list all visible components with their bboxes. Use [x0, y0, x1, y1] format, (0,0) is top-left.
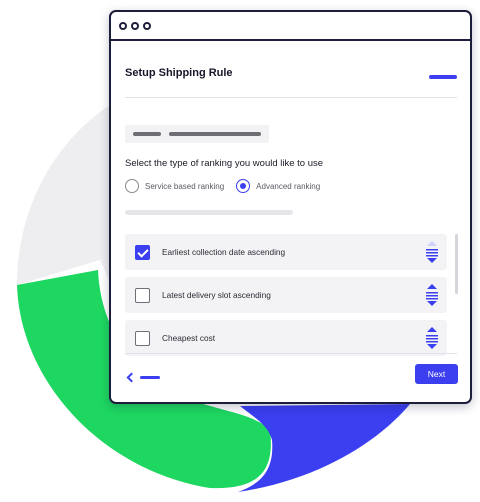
reorder-arrows-icon[interactable]	[425, 326, 439, 350]
back-line	[140, 375, 160, 379]
setup-window: Setup Shipping Rule Select the type of r…	[109, 10, 472, 404]
back-button[interactable]	[125, 369, 165, 385]
page-title: Setup Shipping Rule	[125, 67, 233, 79]
next-button[interactable]: Next	[415, 364, 458, 384]
chevron-left-icon	[126, 372, 137, 382]
window-dot-icon	[131, 21, 139, 30]
ranking-question: Select the type of ranking you would lik…	[125, 158, 324, 169]
text-placeholder-bar	[125, 210, 293, 215]
rule-checkbox[interactable]	[135, 244, 150, 260]
dialog-content: Setup Shipping Rule Select the type of r…	[111, 41, 470, 402]
list-item[interactable]: Cheapest cost	[125, 320, 447, 356]
radio-label: Advanced ranking	[256, 181, 321, 191]
rule-label: Latest delivery slot ascending	[162, 290, 271, 300]
divider	[125, 97, 457, 98]
breadcrumb-bar	[133, 132, 161, 136]
radio-button[interactable]	[125, 179, 139, 193]
reorder-arrows-icon[interactable]	[425, 240, 439, 264]
list-item[interactable]: Latest delivery slot ascending	[125, 277, 447, 313]
radio-button[interactable]	[236, 179, 251, 193]
rule-checkbox[interactable]	[135, 287, 150, 303]
window-titlebar	[111, 12, 470, 41]
breadcrumb-placeholder	[125, 125, 269, 143]
breadcrumb-bar	[169, 132, 261, 136]
title-accent-bar	[429, 75, 457, 79]
rule-label: Earliest collection date ascending	[162, 247, 286, 257]
radio-advanced-ranking[interactable]: Advanced ranking	[236, 179, 320, 193]
list-scrollbar[interactable]	[455, 234, 458, 294]
radio-label: Service based ranking	[145, 181, 225, 191]
ranking-rules-list: Earliest collection date ascending Lates…	[125, 234, 447, 363]
rule-label: Cheapest cost	[162, 333, 216, 343]
ranking-type-radio-group: Service based ranking Advanced ranking	[125, 179, 332, 193]
divider	[125, 353, 457, 354]
list-item[interactable]: Earliest collection date ascending	[125, 234, 447, 270]
rule-checkbox[interactable]	[135, 330, 150, 346]
window-dot-icon	[143, 21, 151, 30]
window-dot-icon	[119, 21, 127, 30]
radio-service-based-ranking[interactable]: Service based ranking	[125, 179, 224, 193]
reorder-arrows-icon[interactable]	[425, 283, 439, 307]
